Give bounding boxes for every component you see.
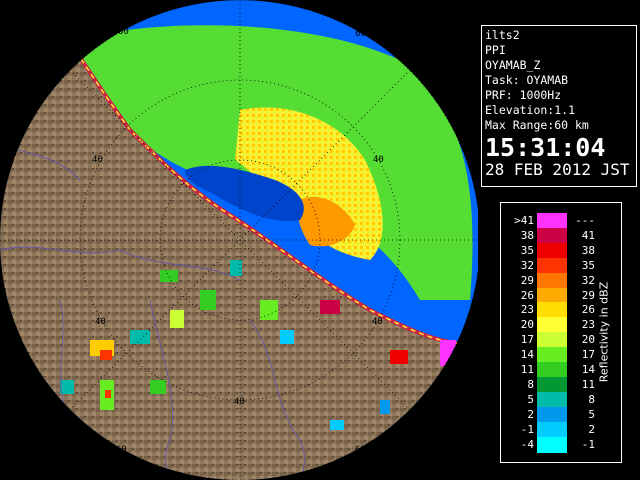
legend-row: >41 --- bbox=[509, 213, 609, 230]
radar-ppi-display: 60 60 40 40 40 40 60 60 40 bbox=[0, 0, 478, 480]
legend-high-value: 23 bbox=[581, 318, 595, 332]
legend-high-value: 29 bbox=[581, 288, 595, 302]
legend-high-value: 2 bbox=[588, 422, 595, 436]
legend-high-value: 41 bbox=[581, 228, 595, 242]
elevation-label: Elevation:1.1 bbox=[485, 103, 576, 117]
product-name: OYAMAB_Z bbox=[485, 58, 541, 72]
legend-low-value: 35 bbox=[520, 243, 534, 257]
legend-swatch bbox=[537, 436, 567, 453]
legend-low-value: 32 bbox=[520, 258, 534, 272]
scan-time: 15:31:04 bbox=[485, 133, 606, 162]
ring-label: 60 bbox=[116, 445, 127, 455]
ring-label: 40 bbox=[234, 397, 245, 407]
legend-low-value: 2 bbox=[527, 407, 534, 421]
legend-high-value: 20 bbox=[581, 333, 595, 347]
legend-high-value: 32 bbox=[581, 273, 595, 287]
legend-high-value: --- bbox=[575, 214, 595, 227]
legend-row: -1 2 bbox=[509, 421, 609, 438]
legend-swatch bbox=[537, 317, 567, 334]
legend-low-value: 38 bbox=[520, 228, 534, 242]
legend-swatch bbox=[537, 242, 567, 259]
legend-swatch bbox=[537, 257, 567, 274]
ring-label: 40 bbox=[373, 155, 384, 165]
legend-row: 26 29 bbox=[509, 287, 609, 304]
legend-low-value: 20 bbox=[520, 318, 534, 332]
ring-label: 60 bbox=[355, 445, 366, 455]
legend-high-value: 35 bbox=[581, 258, 595, 272]
legend-low-value: 5 bbox=[527, 392, 534, 406]
legend-swatch bbox=[537, 272, 567, 289]
legend-low-value: 23 bbox=[520, 303, 534, 317]
legend-title: Reflectivity in dBZ bbox=[597, 281, 611, 383]
ring-label: 60 bbox=[355, 29, 366, 39]
legend-high-value: 11 bbox=[581, 377, 595, 391]
task-label: Task: OYAMAB bbox=[485, 73, 569, 87]
legend-low-value: >41 bbox=[514, 214, 534, 227]
legend-swatch bbox=[537, 302, 567, 319]
scan-type: PPI bbox=[485, 43, 506, 57]
legend-swatch bbox=[537, 421, 567, 438]
legend-swatch bbox=[537, 347, 567, 364]
legend-row: 17 20 bbox=[509, 332, 609, 349]
legend-low-value: 14 bbox=[520, 348, 534, 362]
legend-row: 25 bbox=[509, 406, 609, 423]
max-range-label: Max Range:60 km bbox=[485, 118, 589, 132]
legend-row: 35 38 bbox=[509, 242, 609, 259]
legend-row: 20 23 bbox=[509, 317, 609, 334]
legend-row: 58 bbox=[509, 391, 609, 408]
legend-high-value: 26 bbox=[581, 303, 595, 317]
legend-low-value: -4 bbox=[520, 437, 534, 451]
legend-swatch bbox=[537, 376, 567, 393]
legend-row: 32 35 bbox=[509, 257, 609, 274]
legend-row: -4 -1 bbox=[509, 436, 609, 453]
legend-row: 23 26 bbox=[509, 302, 609, 319]
legend-low-value: 17 bbox=[520, 333, 534, 347]
legend-swatch bbox=[537, 332, 567, 349]
legend-swatch bbox=[537, 287, 567, 304]
legend-high-value: 5 bbox=[588, 407, 595, 421]
legend-high-value: -1 bbox=[581, 437, 595, 451]
legend-low-value: 26 bbox=[520, 288, 534, 302]
legend-swatch bbox=[537, 391, 567, 408]
legend-swatch bbox=[537, 227, 567, 244]
radar-map: 60 60 40 40 40 40 60 60 40 bbox=[0, 0, 478, 480]
legend-row: 29 32 bbox=[509, 272, 609, 289]
legend-high-value: 14 bbox=[581, 363, 595, 376]
ring-label: 40 bbox=[372, 317, 383, 327]
legend-row: 8 11 bbox=[509, 376, 609, 393]
ring-label: 40 bbox=[92, 155, 103, 165]
ring-label: 40 bbox=[95, 317, 106, 327]
legend-high-value: 38 bbox=[581, 243, 595, 257]
legend-high-value: 17 bbox=[581, 348, 595, 362]
legend-high-value: 8 bbox=[588, 392, 595, 406]
legend-low-value: 29 bbox=[520, 273, 534, 287]
legend-low-value: -1 bbox=[520, 422, 534, 436]
legend-low-value: 8 bbox=[527, 377, 534, 391]
ring-label: 60 bbox=[118, 27, 129, 37]
radar-name: ilts2 bbox=[485, 28, 520, 42]
legend-row: 11 14 bbox=[509, 362, 609, 379]
legend-low-value: 11 bbox=[520, 363, 534, 376]
legend-row: 14 17 bbox=[509, 347, 609, 364]
legend-swatch bbox=[537, 213, 567, 230]
legend-swatch bbox=[537, 362, 567, 379]
info-panel: ilts2 PPI OYAMAB_Z Task: OYAMAB PRF: 100… bbox=[481, 25, 637, 187]
color-legend: >41 --- 38 41 35 38 32 35 29 32 26 29 23 26 20 23 17 20 14… bbox=[500, 202, 622, 463]
scan-date: 28 FEB 2012 JST bbox=[485, 160, 630, 179]
legend-swatch bbox=[537, 406, 567, 423]
prf-label: PRF: 1000Hz bbox=[485, 88, 562, 102]
legend-row: 38 41 bbox=[509, 227, 609, 244]
